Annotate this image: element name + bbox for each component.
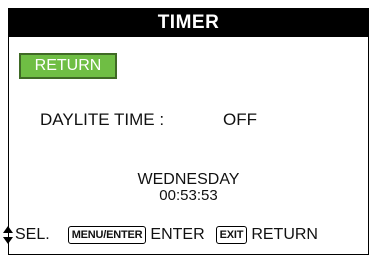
page-title: TIMER	[157, 12, 220, 33]
exit-key: EXIT	[215, 226, 248, 244]
daylite-time-label: DAYLITE TIME :	[40, 110, 165, 129]
timer-screen: TIMER RETURN DAYLITE TIME : OFF WEDNESDA…	[8, 8, 369, 255]
menu-enter-key: MENU/ENTER	[67, 226, 147, 244]
current-datetime: WEDNESDAY 00:53:53	[9, 172, 368, 204]
enter-hint-label: ENTER	[150, 226, 205, 243]
return-button[interactable]: RETURN	[19, 53, 117, 79]
current-day: WEDNESDAY	[137, 171, 240, 188]
footer-hints: SEL. MENU/ENTER ENTER EXIT RETURN	[3, 224, 318, 246]
current-time: 00:53:53	[159, 187, 218, 204]
select-hint-label: SEL.	[15, 226, 50, 243]
up-down-arrows-icon	[3, 226, 13, 244]
daylite-time-value[interactable]: OFF	[223, 110, 257, 130]
title-bar: TIMER	[9, 9, 368, 37]
exit-hint-label: RETURN	[251, 226, 318, 243]
